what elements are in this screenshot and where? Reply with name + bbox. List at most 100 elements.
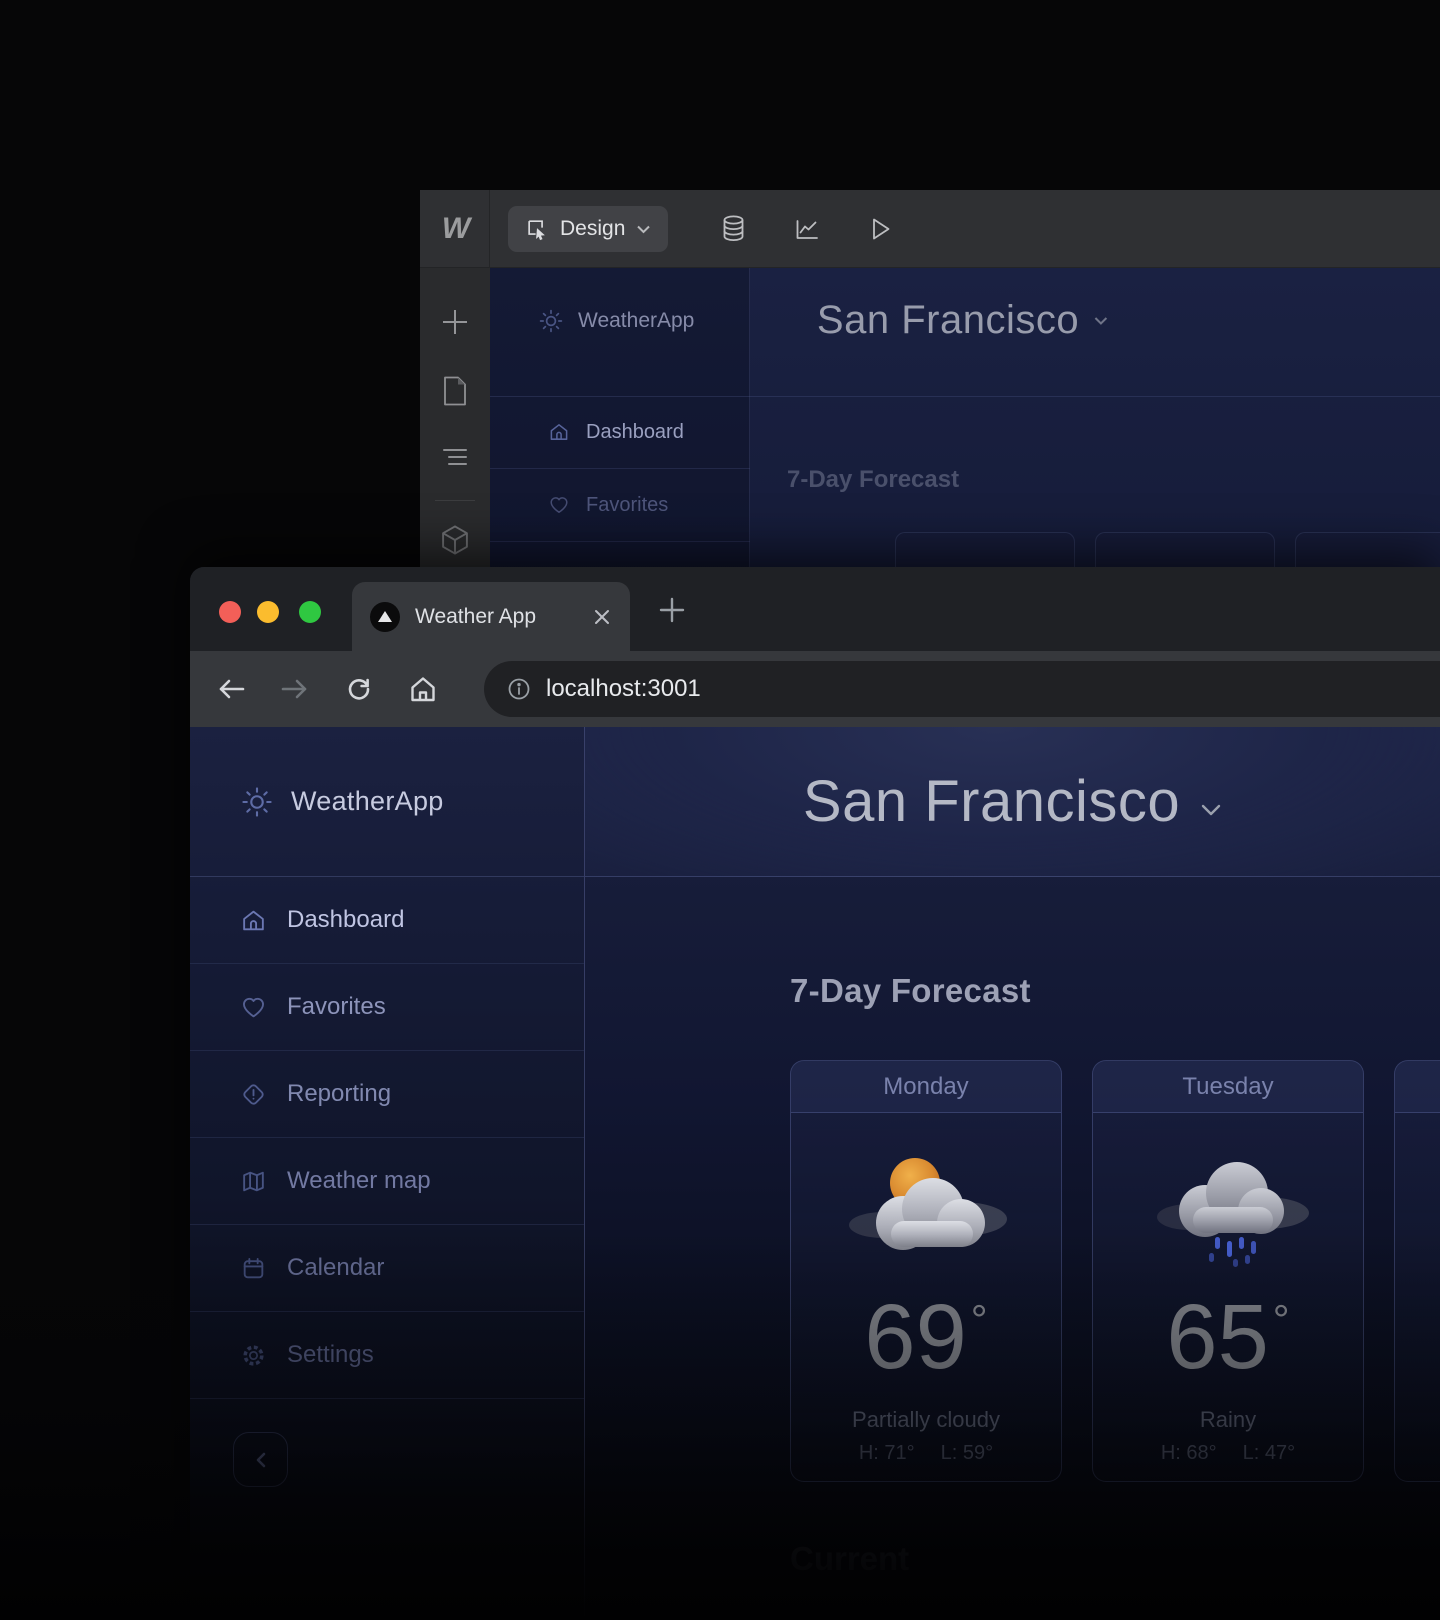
heart-icon [240, 994, 267, 1021]
chevron-down-icon [636, 224, 651, 234]
app-sidebar: WeatherApp Dashboard [190, 727, 585, 1620]
app-header: San Francisco [585, 727, 1440, 877]
url-text: localhost:3001 [546, 675, 701, 703]
site-info-icon[interactable] [506, 676, 532, 702]
line-chart-icon [793, 215, 821, 243]
degree-symbol: ° [1273, 1299, 1290, 1383]
back-button[interactable] [216, 674, 246, 704]
gear-icon [240, 1342, 267, 1369]
condition-label: Partially cloudy [852, 1407, 1000, 1433]
cms-button[interactable] [720, 214, 747, 243]
design-mode-label: Design [560, 217, 625, 241]
map-icon [240, 1168, 267, 1195]
current-section-title: Current [790, 1540, 1440, 1578]
sun-behind-cloud-icon [841, 1141, 1011, 1269]
sidebar-item-dashboard[interactable]: Dashboard [190, 877, 584, 964]
add-element-button[interactable] [420, 296, 490, 348]
sidebar-item-label: Dashboard [287, 906, 404, 934]
heart-icon [548, 494, 570, 516]
forward-button[interactable] [280, 674, 310, 704]
sidebar-item-label: Settings [287, 1341, 374, 1369]
app-name: WeatherApp [291, 786, 444, 817]
pages-button[interactable] [420, 365, 490, 417]
url-bar[interactable]: localhost:3001 [484, 661, 1440, 717]
low-temp: L: 59° [941, 1442, 993, 1465]
cube-icon [439, 523, 471, 557]
forecast-cards-row: Monday [790, 1060, 1440, 1482]
sidebar-item-weather-map[interactable]: Weather map [190, 1138, 584, 1225]
sidebar-item-label: Reporting [287, 1080, 391, 1108]
sidebar-item-reporting[interactable]: Reporting [190, 1051, 584, 1138]
plus-icon [439, 306, 471, 338]
forecast-card-partial[interactable] [1394, 1060, 1440, 1482]
browser-window: Weather App [190, 567, 1440, 1620]
app-main: San Francisco 7-Day Forecast Monday [585, 727, 1440, 1620]
sun-icon [240, 785, 274, 819]
app-logo: WeatherApp [190, 727, 584, 877]
sidebar-item-settings[interactable]: Settings [190, 1312, 584, 1399]
browser-nav-bar: localhost:3001 [190, 651, 1440, 727]
webflow-logo[interactable]: W [420, 190, 490, 268]
preview-location-heading: San Francisco [817, 298, 1109, 343]
day-label: Tuesday [1182, 1073, 1273, 1101]
page-icon [440, 374, 470, 408]
weather-app: WeatherApp Dashboard [190, 727, 1440, 1620]
sidebar-item-label: Favorites [287, 993, 386, 1021]
analytics-button[interactable] [793, 215, 821, 243]
tab-favicon [370, 602, 400, 632]
day-label: Monday [883, 1073, 968, 1101]
degree-symbol: ° [971, 1299, 988, 1383]
chevron-left-icon [251, 1449, 271, 1471]
sidebar-item-favorites[interactable]: Favorites [190, 964, 584, 1051]
alert-diamond-icon [240, 1081, 267, 1108]
design-mode-button[interactable]: Design [508, 206, 668, 252]
browser-tab-bar: Weather App [190, 567, 1440, 651]
forecast-section: 7-Day Forecast Monday [585, 877, 1440, 1578]
zoom-window-button[interactable] [299, 601, 321, 623]
chevron-down-icon[interactable] [1200, 803, 1222, 817]
forecast-title: 7-Day Forecast [790, 972, 1440, 1010]
sidebar-item-label: Calendar [287, 1254, 384, 1282]
home-icon [240, 907, 267, 934]
rain-cloud-icon [1143, 1141, 1313, 1269]
forecast-card-tuesday[interactable]: Tuesday [1092, 1060, 1364, 1482]
preview-button[interactable] [867, 215, 893, 243]
low-temp: L: 47° [1243, 1442, 1295, 1465]
components-button[interactable] [420, 514, 490, 566]
triangle-icon [378, 611, 392, 622]
browser-tab[interactable]: Weather App [352, 582, 630, 651]
tab-close-button[interactable] [592, 607, 612, 627]
reload-button[interactable] [344, 674, 374, 704]
location-selector[interactable]: San Francisco [803, 768, 1180, 835]
chevron-down-icon [1093, 315, 1109, 326]
preview-app-logo: WeatherApp [538, 308, 694, 334]
new-tab-button[interactable] [658, 596, 686, 624]
minimize-window-button[interactable] [257, 601, 279, 623]
play-icon [867, 215, 893, 243]
desktop: W Design [0, 0, 1440, 1620]
preview-forecast-title: 7-Day Forecast [787, 466, 959, 494]
navigator-button[interactable] [420, 431, 490, 483]
tab-title: Weather App [415, 605, 577, 629]
home-button[interactable] [408, 674, 438, 704]
plus-icon [658, 596, 686, 624]
collapse-sidebar-button[interactable] [233, 1432, 288, 1487]
sidebar-item-label: Weather map [287, 1167, 431, 1195]
rail-divider [435, 500, 475, 501]
navigator-icon [439, 446, 471, 468]
preview-nav-dashboard: Dashboard [490, 396, 750, 469]
preview-nav-favorites: Favorites [490, 469, 750, 542]
home-icon [548, 421, 570, 443]
webflow-logo-glyph: W [442, 212, 467, 246]
design-tool-toolbar: W Design [420, 190, 1440, 268]
forecast-card-monday[interactable]: Monday [790, 1060, 1062, 1482]
close-window-button[interactable] [219, 601, 241, 623]
database-icon [720, 214, 747, 243]
calendar-icon [240, 1255, 267, 1282]
sidebar-item-calendar[interactable]: Calendar [190, 1225, 584, 1312]
sun-icon [538, 308, 564, 334]
temperature-value: 69 [864, 1291, 966, 1383]
high-temp: H: 71° [859, 1442, 915, 1465]
temperature-value: 65 [1166, 1291, 1268, 1383]
design-cursor-icon [525, 217, 549, 241]
